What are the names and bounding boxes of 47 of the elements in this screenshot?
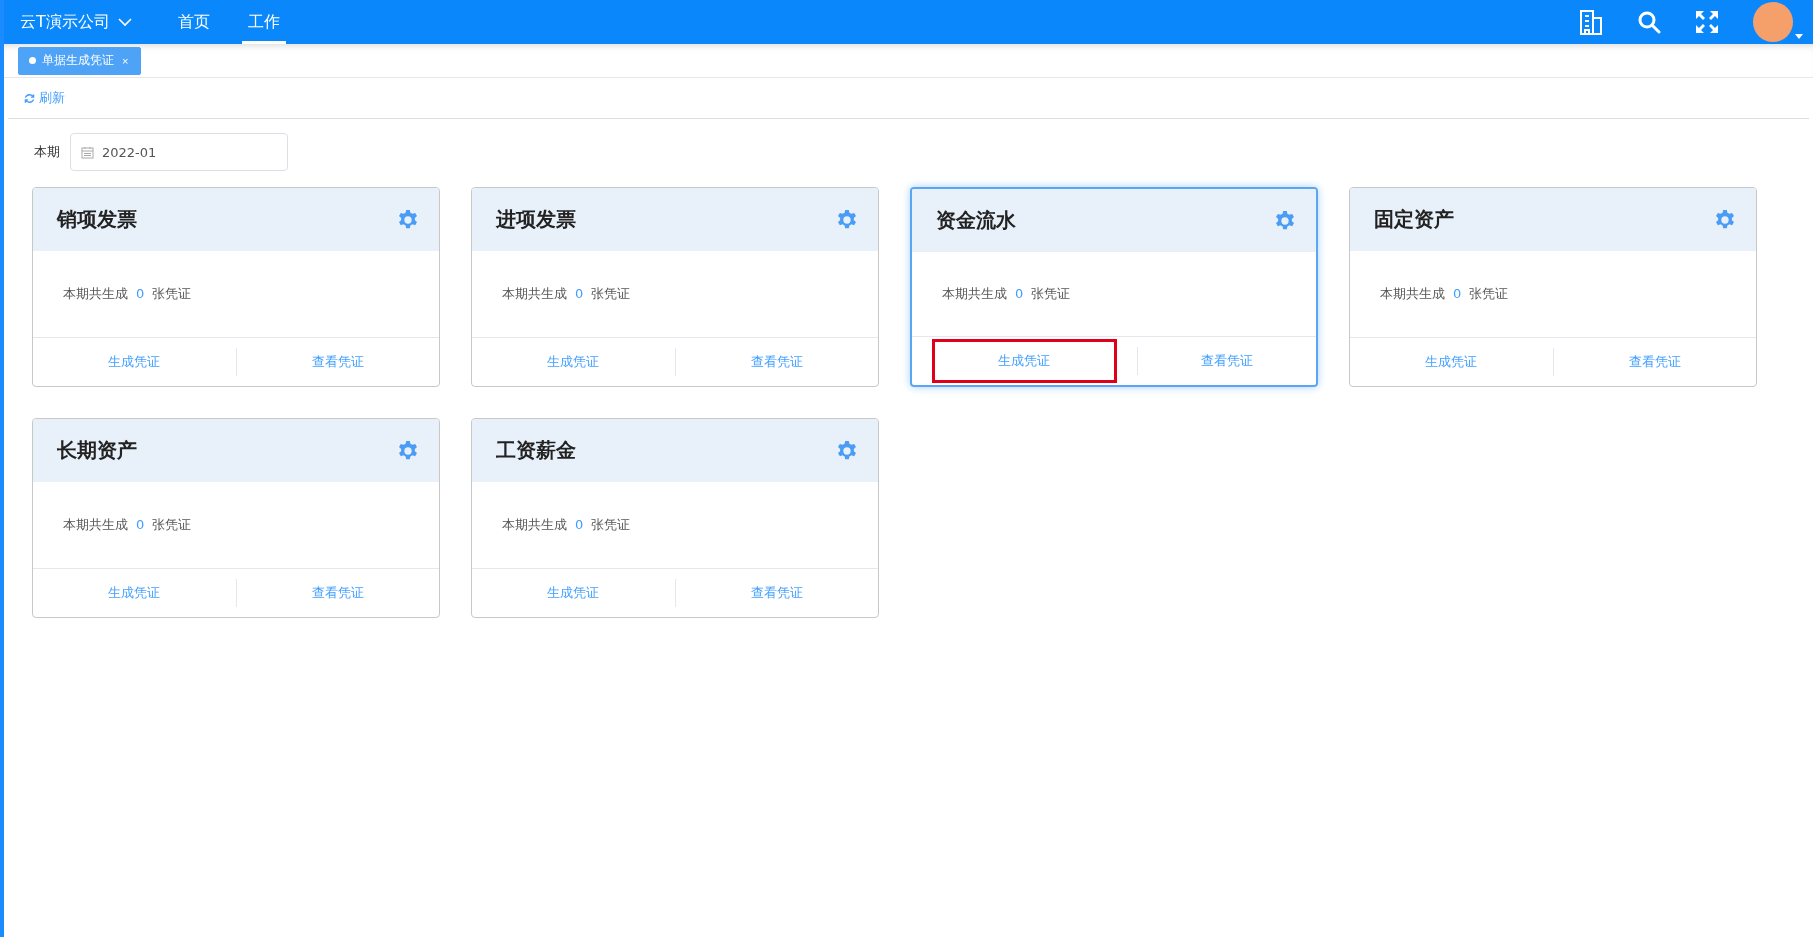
card-action-link[interactable]: 查看凭证 <box>236 569 439 617</box>
voucher-count-text: 本期共生成 0 张凭证 <box>942 285 1071 303</box>
card-action-link[interactable]: 查看凭证 <box>675 569 878 617</box>
building-icon[interactable] <box>1579 9 1603 35</box>
period-date-field[interactable]: 2022-01 <box>70 133 288 171</box>
card-action-link[interactable]: 生成凭证 <box>33 338 236 386</box>
settings-icon[interactable] <box>836 208 858 231</box>
card-action-link[interactable]: 生成凭证 <box>1350 338 1553 386</box>
card-title: 工资薪金 <box>496 437 576 464</box>
refresh-icon <box>24 92 35 104</box>
card-title: 长期资产 <box>57 437 137 464</box>
voucher-count-text: 本期共生成 0 张凭证 <box>1380 285 1509 303</box>
search-icon[interactable] <box>1637 10 1661 34</box>
settings-icon[interactable] <box>397 208 419 231</box>
settings-icon[interactable] <box>1714 208 1736 231</box>
avatar[interactable] <box>1753 2 1793 42</box>
dot-icon <box>29 57 36 64</box>
fullscreen-icon[interactable] <box>1695 10 1719 34</box>
voucher-count-text: 本期共生成 0 张凭证 <box>63 285 192 303</box>
settings-icon[interactable] <box>397 439 419 462</box>
calendar-icon <box>81 145 94 159</box>
voucher-count-text: 本期共生成 0 张凭证 <box>502 516 631 534</box>
card-action-link[interactable]: 查看凭证 <box>236 338 439 386</box>
card-action-link[interactable]: 生成凭证 <box>33 569 236 617</box>
card-action-link[interactable]: 生成凭证 <box>932 339 1117 383</box>
refresh-button[interactable]: 刷新 <box>24 89 65 107</box>
caret-icon[interactable] <box>1795 33 1803 39</box>
close-button[interactable]: × <box>120 54 131 67</box>
card-title: 销项发票 <box>57 206 137 233</box>
chevron-down-icon <box>117 17 132 27</box>
card-action-link[interactable]: 查看凭证 <box>1553 338 1756 386</box>
voucher-count-text: 本期共生成 0 张凭证 <box>502 285 631 303</box>
card-action-link[interactable]: 查看凭证 <box>1137 337 1316 385</box>
card-title: 固定资产 <box>1374 206 1454 233</box>
card-title: 进项发票 <box>496 206 576 233</box>
page-tab[interactable]: 单据生成凭证 × <box>18 46 142 75</box>
period-label: 本期 <box>34 143 60 161</box>
settings-icon[interactable] <box>836 439 858 462</box>
voucher-count-text: 本期共生成 0 张凭证 <box>63 516 192 534</box>
card-action-link[interactable]: 生成凭证 <box>472 569 675 617</box>
company-dropdown[interactable]: 云T演示公司 <box>14 0 138 44</box>
nav-tab[interactable]: 首页 <box>171 0 216 44</box>
settings-icon[interactable] <box>1274 209 1296 232</box>
card-title: 资金流水 <box>936 207 1016 234</box>
card-action-link[interactable]: 生成凭证 <box>472 338 675 386</box>
card-action-link[interactable]: 查看凭证 <box>675 338 878 386</box>
nav-tab[interactable]: 工作 <box>241 0 286 44</box>
